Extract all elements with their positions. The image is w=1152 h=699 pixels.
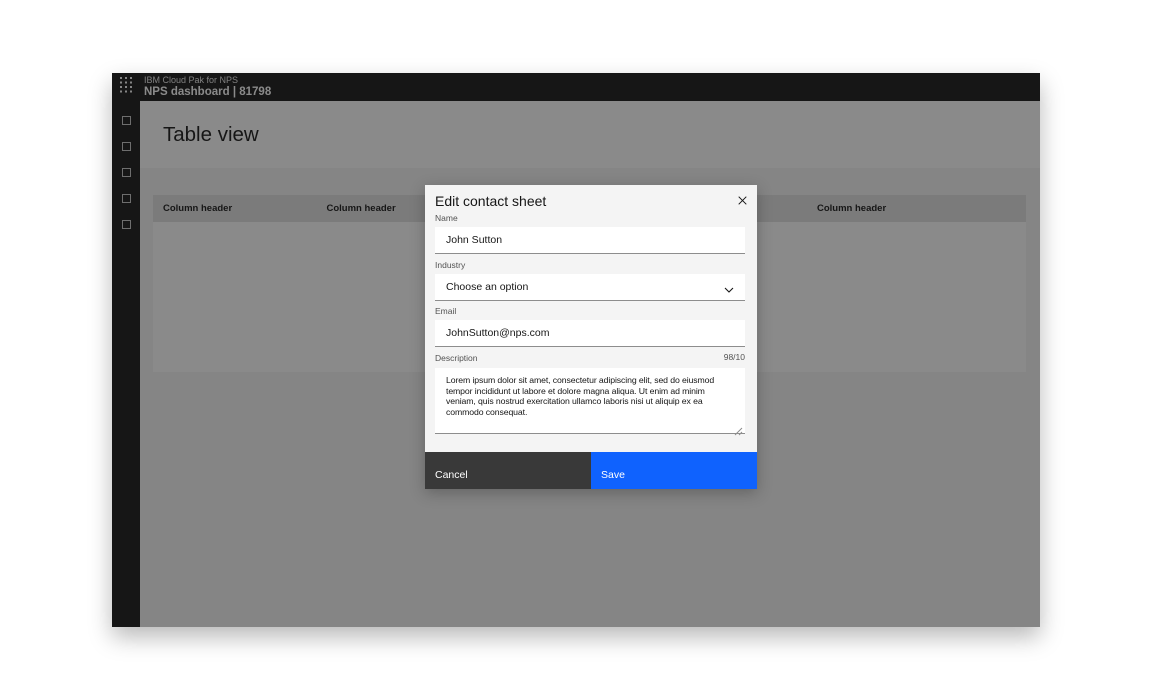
close-button[interactable] <box>731 189 753 211</box>
save-button[interactable]: Save <box>591 452 757 489</box>
modal-footer: Cancel Save <box>425 452 757 489</box>
close-icon <box>738 193 747 208</box>
industry-dropdown-value: Choose an option <box>446 281 528 293</box>
email-label: Email <box>435 306 456 316</box>
modal-title: Edit contact sheet <box>435 192 546 210</box>
chevron-down-icon <box>724 284 734 296</box>
cancel-button[interactable]: Cancel <box>425 452 591 489</box>
email-input[interactable] <box>435 320 745 347</box>
name-label: Name <box>435 213 458 223</box>
edit-contact-modal: Edit contact sheet Name Industry Choose … <box>425 185 757 489</box>
name-input[interactable] <box>435 227 745 254</box>
industry-label: Industry <box>435 260 465 270</box>
description-textarea[interactable]: Lorem ipsum dolor sit amet, consectetur … <box>435 368 745 434</box>
character-counter: 98/10 <box>724 352 745 362</box>
description-label: Description <box>435 353 478 363</box>
app-window: IBM Cloud Pak for NPS NPS dashboard | 81… <box>112 73 1040 627</box>
industry-dropdown[interactable]: Choose an option <box>435 274 745 301</box>
